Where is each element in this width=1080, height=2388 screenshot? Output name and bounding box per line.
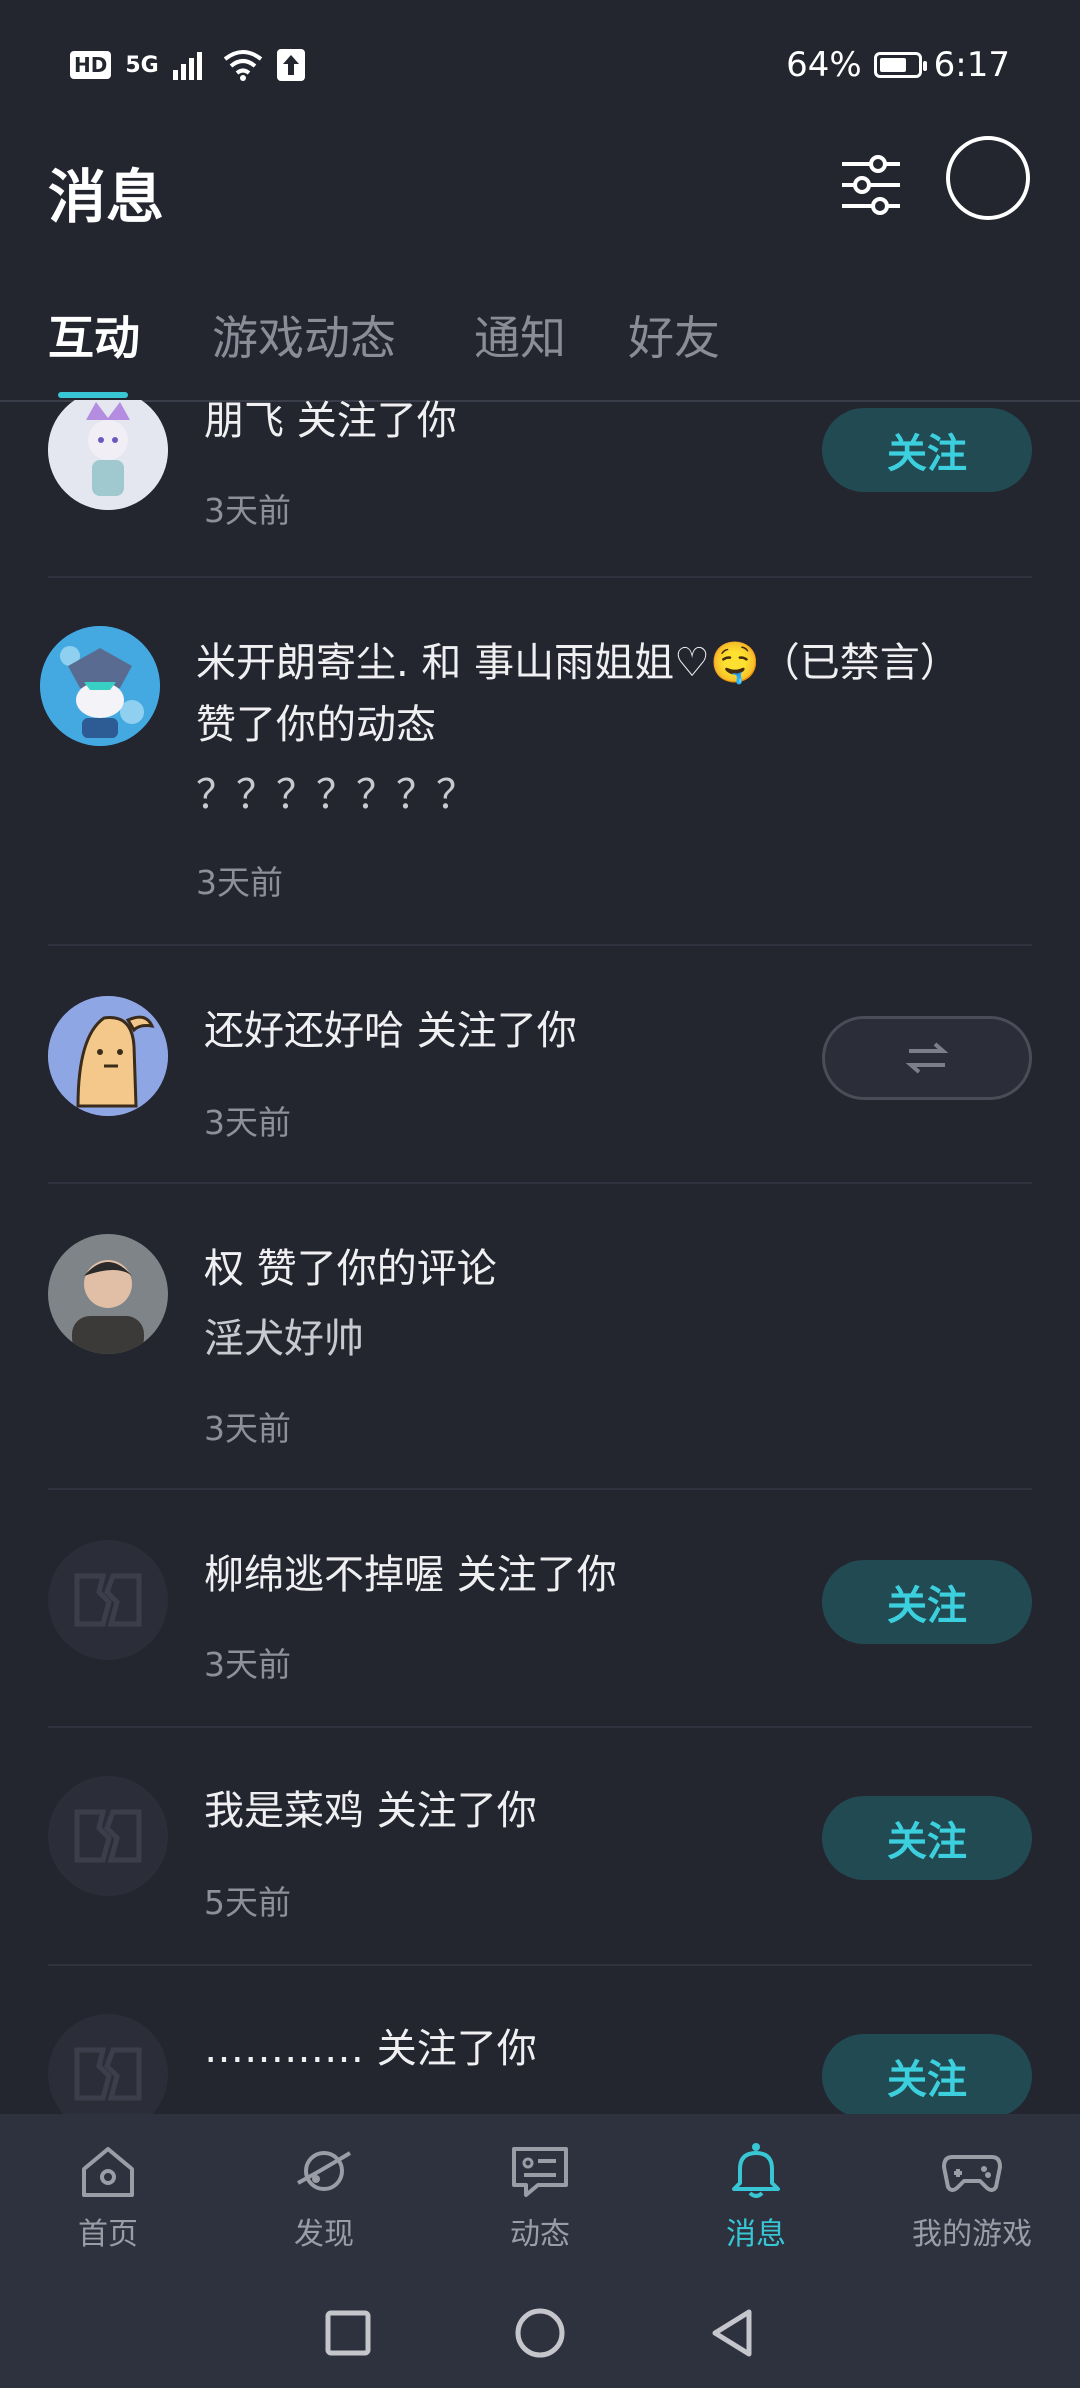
item-title: ………… 关注了你 bbox=[204, 2026, 537, 2072]
item-title-line2: 赞了你的动态 bbox=[196, 702, 436, 748]
home-circle-icon[interactable] bbox=[513, 2306, 567, 2360]
follow-button[interactable]: 关注 bbox=[822, 1560, 1032, 1644]
mutual-follow-button[interactable] bbox=[822, 1016, 1032, 1100]
hd-badge: HD bbox=[70, 51, 112, 79]
avatar-placeholder[interactable] bbox=[48, 1776, 168, 1896]
nav-label: 首页 bbox=[78, 2217, 138, 2252]
nav-label: 消息 bbox=[726, 2217, 786, 2252]
tab-interaction[interactable]: 互动 bbox=[48, 302, 140, 368]
tab-game-news[interactable]: 游戏动态 bbox=[212, 302, 396, 368]
list-item[interactable]: 米开朗寄尘. 和 事山雨姐姐♡🤤（已禁言） 赞了你的动态 ？？？？？？？ 3天前 bbox=[0, 578, 1080, 946]
network-label: 5G bbox=[125, 52, 159, 78]
filter-icon[interactable] bbox=[836, 150, 906, 220]
item-time: 3天前 bbox=[204, 1409, 291, 1448]
follow-button[interactable]: 关注 bbox=[822, 2034, 1032, 2114]
swap-arrows-icon bbox=[905, 1042, 949, 1074]
item-time: 5天前 bbox=[204, 1883, 291, 1922]
back-triangle-icon[interactable] bbox=[707, 2306, 757, 2360]
item-title: 米开朗寄尘. 和 事山雨姐姐♡🤤（已禁言） bbox=[196, 640, 960, 686]
tab-bar: 互动 游戏动态 通知 好友 bbox=[0, 290, 1080, 402]
avatar-character-image bbox=[48, 400, 168, 510]
item-time: 3天前 bbox=[204, 1645, 291, 1684]
nav-label: 发现 bbox=[294, 2217, 354, 2252]
item-title: 还好还好哈 关注了你 bbox=[204, 1008, 577, 1054]
wifi-icon bbox=[223, 50, 262, 81]
broken-image-icon bbox=[74, 1573, 142, 1627]
item-title: 柳绵逃不掉喔 关注了你 bbox=[204, 1552, 617, 1598]
item-title: 权 赞了你的评论 bbox=[204, 1246, 497, 1292]
avatar[interactable] bbox=[48, 1234, 168, 1354]
nav-home[interactable]: 首页 bbox=[0, 2114, 216, 2278]
signal-icon bbox=[172, 52, 202, 80]
broken-image-icon bbox=[74, 1809, 142, 1863]
list-item[interactable]: 还好还好哈 关注了你 3天前 bbox=[0, 946, 1080, 1184]
battery-icon bbox=[873, 52, 927, 78]
bell-icon bbox=[732, 2143, 780, 2198]
list-item[interactable]: 权 赞了你的评论 淫犬好帅 3天前 bbox=[0, 1184, 1080, 1490]
nav-discover[interactable]: 发现 bbox=[216, 2114, 432, 2278]
tab-indicator bbox=[58, 392, 128, 398]
nav-label: 我的游戏 bbox=[912, 2217, 1032, 2252]
profile-avatar-button[interactable] bbox=[946, 136, 1030, 220]
recent-apps-icon[interactable] bbox=[323, 2308, 373, 2358]
item-content: ？？？？？？？ bbox=[196, 772, 476, 818]
system-nav-bar bbox=[0, 2278, 1080, 2388]
upload-icon bbox=[276, 49, 305, 81]
item-time: 3天前 bbox=[196, 863, 283, 902]
avatar-placeholder[interactable] bbox=[48, 2014, 168, 2114]
message-list[interactable]: 朋飞 关注了你 3天前 关注 米开朗寄尘. 和 事山雨姐姐♡🤤（已禁言） 赞了你… bbox=[0, 400, 1080, 2114]
nav-label: 动态 bbox=[510, 2217, 570, 2252]
planet-icon bbox=[297, 2151, 352, 2191]
item-time: 3天前 bbox=[204, 1103, 291, 1142]
status-left: HD 5G bbox=[70, 49, 305, 81]
tab-notifications[interactable]: 通知 bbox=[474, 302, 566, 368]
status-right: 64% 6:17 bbox=[786, 45, 1010, 85]
status-bar: HD 5G 64% 6:17 bbox=[0, 0, 1080, 130]
avatar[interactable] bbox=[48, 996, 168, 1116]
list-item[interactable]: ………… 关注了你 关注 bbox=[0, 1966, 1080, 2114]
nav-messages[interactable]: 消息 bbox=[648, 2114, 864, 2278]
item-title: 我是菜鸡 关注了你 bbox=[204, 1788, 537, 1834]
broken-image-icon bbox=[74, 2047, 142, 2101]
page-title: 消息 bbox=[48, 163, 165, 231]
item-title: 朋飞 关注了你 bbox=[204, 400, 457, 444]
nav-my-games[interactable]: 我的游戏 bbox=[864, 2114, 1080, 2278]
list-item[interactable]: 我是菜鸡 关注了你 5天前 关注 bbox=[0, 1728, 1080, 1966]
clock: 6:17 bbox=[933, 45, 1010, 85]
list-item[interactable]: 柳绵逃不掉喔 关注了你 3天前 关注 bbox=[0, 1490, 1080, 1728]
bottom-nav: 首页 发现 动态 消息 我的游戏 bbox=[0, 2114, 1080, 2278]
avatar-character-image bbox=[40, 626, 160, 746]
avatar[interactable] bbox=[40, 626, 160, 746]
item-content: 淫犬好帅 bbox=[204, 1316, 364, 1362]
avatar-placeholder[interactable] bbox=[48, 1540, 168, 1660]
list-item[interactable]: 朋飞 关注了你 3天前 关注 bbox=[0, 400, 1080, 578]
header: 消息 bbox=[0, 130, 1080, 250]
tab-friends[interactable]: 好友 bbox=[628, 302, 720, 368]
item-time: 3天前 bbox=[204, 491, 291, 530]
chat-card-icon bbox=[512, 2147, 568, 2197]
nav-feed[interactable]: 动态 bbox=[432, 2114, 648, 2278]
follow-button[interactable]: 关注 bbox=[822, 408, 1032, 492]
gamepad-icon bbox=[942, 2155, 1002, 2192]
avatar[interactable] bbox=[48, 400, 168, 510]
avatar-character-image bbox=[48, 996, 168, 1116]
home-icon bbox=[82, 2147, 134, 2197]
follow-button[interactable]: 关注 bbox=[822, 1796, 1032, 1880]
battery-percent: 64% bbox=[786, 45, 862, 85]
avatar-photo bbox=[48, 1234, 168, 1354]
